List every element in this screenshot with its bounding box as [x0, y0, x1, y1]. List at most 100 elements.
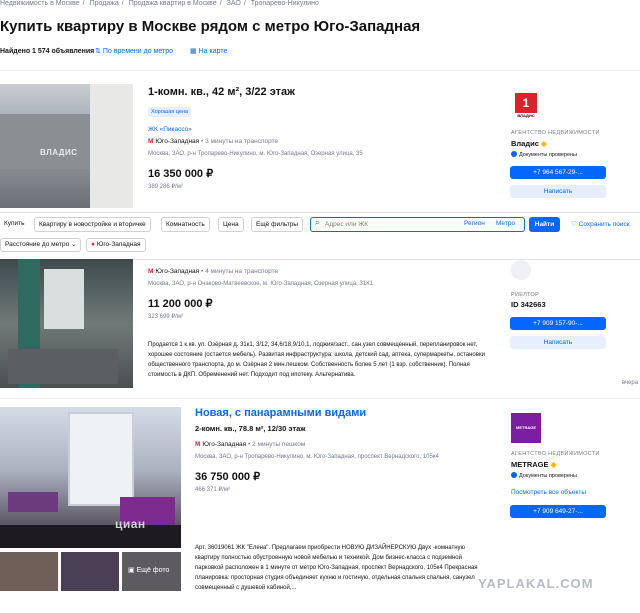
vladis-logo-icon: 1: [515, 93, 537, 113]
verified-text: Документы проверены: [519, 473, 578, 479]
agency-logo-text: ВЛАДИС: [517, 113, 535, 118]
map-button[interactable]: ▦ На карте: [190, 47, 227, 55]
check-icon: [511, 472, 517, 478]
price-per-meter: 323 699 ₽/м²: [148, 314, 183, 320]
agency-caption: РИЕЛТОР: [511, 292, 540, 298]
chip-distance[interactable]: Расстояние до метро ⌄: [0, 238, 82, 252]
listing-price: 36 750 000 ₽: [195, 471, 261, 483]
write-button[interactable]: Написать: [510, 185, 606, 198]
region-button[interactable]: Регион: [464, 220, 485, 227]
shield-icon: ◆: [541, 139, 547, 148]
agency-name[interactable]: ID 342663: [511, 300, 546, 309]
breadcrumb-item[interactable]: Продажа квартир в Москве: [129, 0, 217, 7]
listing-photo[interactable]: [0, 259, 133, 388]
page-title: Купить квартиру в Москве рядом с метро Ю…: [0, 18, 421, 35]
metro-station[interactable]: Юго-Западная: [202, 441, 246, 448]
breadcrumb-item[interactable]: Тропарево-Никулино: [251, 0, 319, 7]
photo-watermark: ВЛАДИС: [40, 148, 78, 157]
map-icon: ▦: [190, 48, 197, 55]
sort-button[interactable]: ⇅ По времени до метро: [95, 47, 173, 55]
metro-station[interactable]: Юго-Западная: [155, 138, 199, 145]
flat-type-select[interactable]: Квартиру в новостройке и вторичке: [34, 217, 151, 232]
price-select[interactable]: Цена: [218, 217, 244, 232]
breadcrumb: Недвижимость в Москве / Продажа / Продажа …: [0, 0, 319, 7]
breadcrumb-item[interactable]: Продажа: [90, 0, 119, 7]
agency-logo[interactable]: METRAGE: [511, 413, 541, 443]
find-button[interactable]: Найти: [529, 217, 560, 232]
agency-name[interactable]: Владис ◆: [511, 139, 547, 148]
metro-info: M Юго-Западная • 4 минуты на транспорте: [148, 268, 279, 275]
more-filters-button[interactable]: Ещё фильтры: [251, 217, 304, 232]
deal-type-select[interactable]: Купить: [0, 217, 29, 230]
listing-photo-main[interactable]: циан: [0, 407, 181, 548]
verified-text: Документы проверены: [519, 152, 578, 158]
sort-label: По времени до метро: [102, 48, 174, 55]
listing-address[interactable]: Москва, ЗАО, р-н Очаково-Матвеевское, м.…: [148, 281, 373, 287]
show-phone-button[interactable]: +7 909 157-90-...: [510, 317, 606, 330]
metro-info: M Юго-Западная • 2 минуты пешком: [195, 441, 306, 448]
breadcrumb-item[interactable]: ЗАО: [227, 0, 241, 7]
listing-address[interactable]: Москва, ЗАО, р-н Тропарево-Никулино, м. …: [148, 151, 363, 157]
save-search-label: Сохранить поиск: [578, 221, 630, 228]
more-photos-button[interactable]: ▣ Ещё фото: [128, 566, 169, 574]
photo-floor: [0, 525, 181, 548]
results-count: Найдено 1 574 объявления: [0, 48, 95, 55]
chip-metro[interactable]: ● Юго-Западная: [86, 238, 146, 252]
price-per-meter: 466 371 ₽/м²: [195, 487, 230, 493]
listing-thumb[interactable]: ▣ Ещё фото: [122, 552, 181, 591]
photo-wall: [90, 84, 133, 208]
search-icon: ⌕: [315, 218, 320, 227]
price-per-meter: 389 286 ₽/м²: [148, 184, 183, 190]
metro-info: M Юго-Западная • 3 минуты на транспорте: [148, 138, 279, 145]
realtor-avatar[interactable]: [511, 260, 531, 280]
photo-kitchen: [0, 114, 90, 169]
sort-icon: ⇅: [95, 48, 101, 55]
agency-logo[interactable]: 1 ВЛАДИС: [511, 93, 541, 123]
breadcrumb-item[interactable]: Недвижимость в Москве: [0, 0, 80, 7]
check-icon: [511, 151, 517, 157]
chevron-down-icon: ⌄: [71, 241, 77, 248]
agency-name-text: Владис: [511, 139, 539, 148]
listing-address[interactable]: Москва, ЗАО, р-н Тропарево-Никулино, м. …: [195, 454, 439, 460]
listing-title[interactable]: Новая, с панарамными видами: [195, 407, 366, 419]
listing-thumb[interactable]: [61, 552, 119, 591]
listing-description: Продается 1 к.кв. ул. Озёрная д. 31к1, 3…: [148, 342, 485, 378]
listing-description: Арт. 36019061 ЖК "Елена". Предлагаем при…: [195, 545, 478, 591]
photo-window: [44, 269, 84, 329]
good-price-badge: Хорошая цена: [148, 107, 192, 117]
metro-icon: M: [148, 268, 154, 275]
more-photos-label: Ещё фото: [136, 567, 170, 574]
agency-caption: АГЕНТСТВО НЕДВИЖИМОСТИ: [511, 130, 600, 136]
verified-badge: Документы проверены: [511, 472, 577, 479]
listing-thumb[interactable]: [0, 552, 58, 591]
chip-label: Расстояние до метро: [5, 241, 70, 248]
write-button[interactable]: Написать: [510, 336, 606, 349]
photo-sofa: [8, 349, 118, 384]
divider: [0, 70, 640, 71]
agency-caption: АГЕНТСТВО НЕДВИЖИМОСТИ: [511, 451, 600, 457]
show-phone-button[interactable]: +7 909 649-27-...: [510, 505, 606, 518]
all-listings-link[interactable]: Посмотреть все объекты: [511, 489, 586, 496]
metro-time: 3 минуты на транспорте: [205, 138, 279, 145]
search-input[interactable]: [325, 219, 445, 229]
listing-date: вчера: [622, 380, 639, 386]
show-phone-button[interactable]: +7 964 567-29-...: [510, 166, 606, 179]
listing-subtitle[interactable]: 2-комн. кв., 78.8 м², 12/30 этаж: [195, 424, 306, 433]
photo-watermark: циан: [115, 517, 146, 531]
divider: [0, 398, 640, 399]
listing-title[interactable]: 1-комн. кв., 42 м², 3/22 этаж: [148, 86, 295, 98]
metro-station[interactable]: Юго-Западная: [155, 268, 199, 275]
agency-name[interactable]: METRAGE ◆: [511, 460, 556, 469]
listing-photo[interactable]: ВЛАДИС: [0, 84, 133, 208]
chip-label: Юго-Западная: [96, 241, 141, 248]
metro-time: 4 минуты на транспорте: [205, 268, 279, 275]
rooms-select[interactable]: Комнатность: [161, 217, 210, 232]
metro-icon: M: [148, 138, 154, 145]
metro-button[interactable]: Метро: [496, 220, 515, 227]
map-label: На карте: [198, 48, 228, 55]
complex-link[interactable]: ЖК «Пикассо»: [148, 126, 192, 133]
site-watermark: YAPLAKAL.COM: [478, 576, 594, 591]
save-search-button[interactable]: ♡ Сохранить поиск: [571, 220, 630, 228]
metro-dot-icon: ●: [91, 241, 95, 248]
camera-icon: ▣: [128, 567, 135, 574]
